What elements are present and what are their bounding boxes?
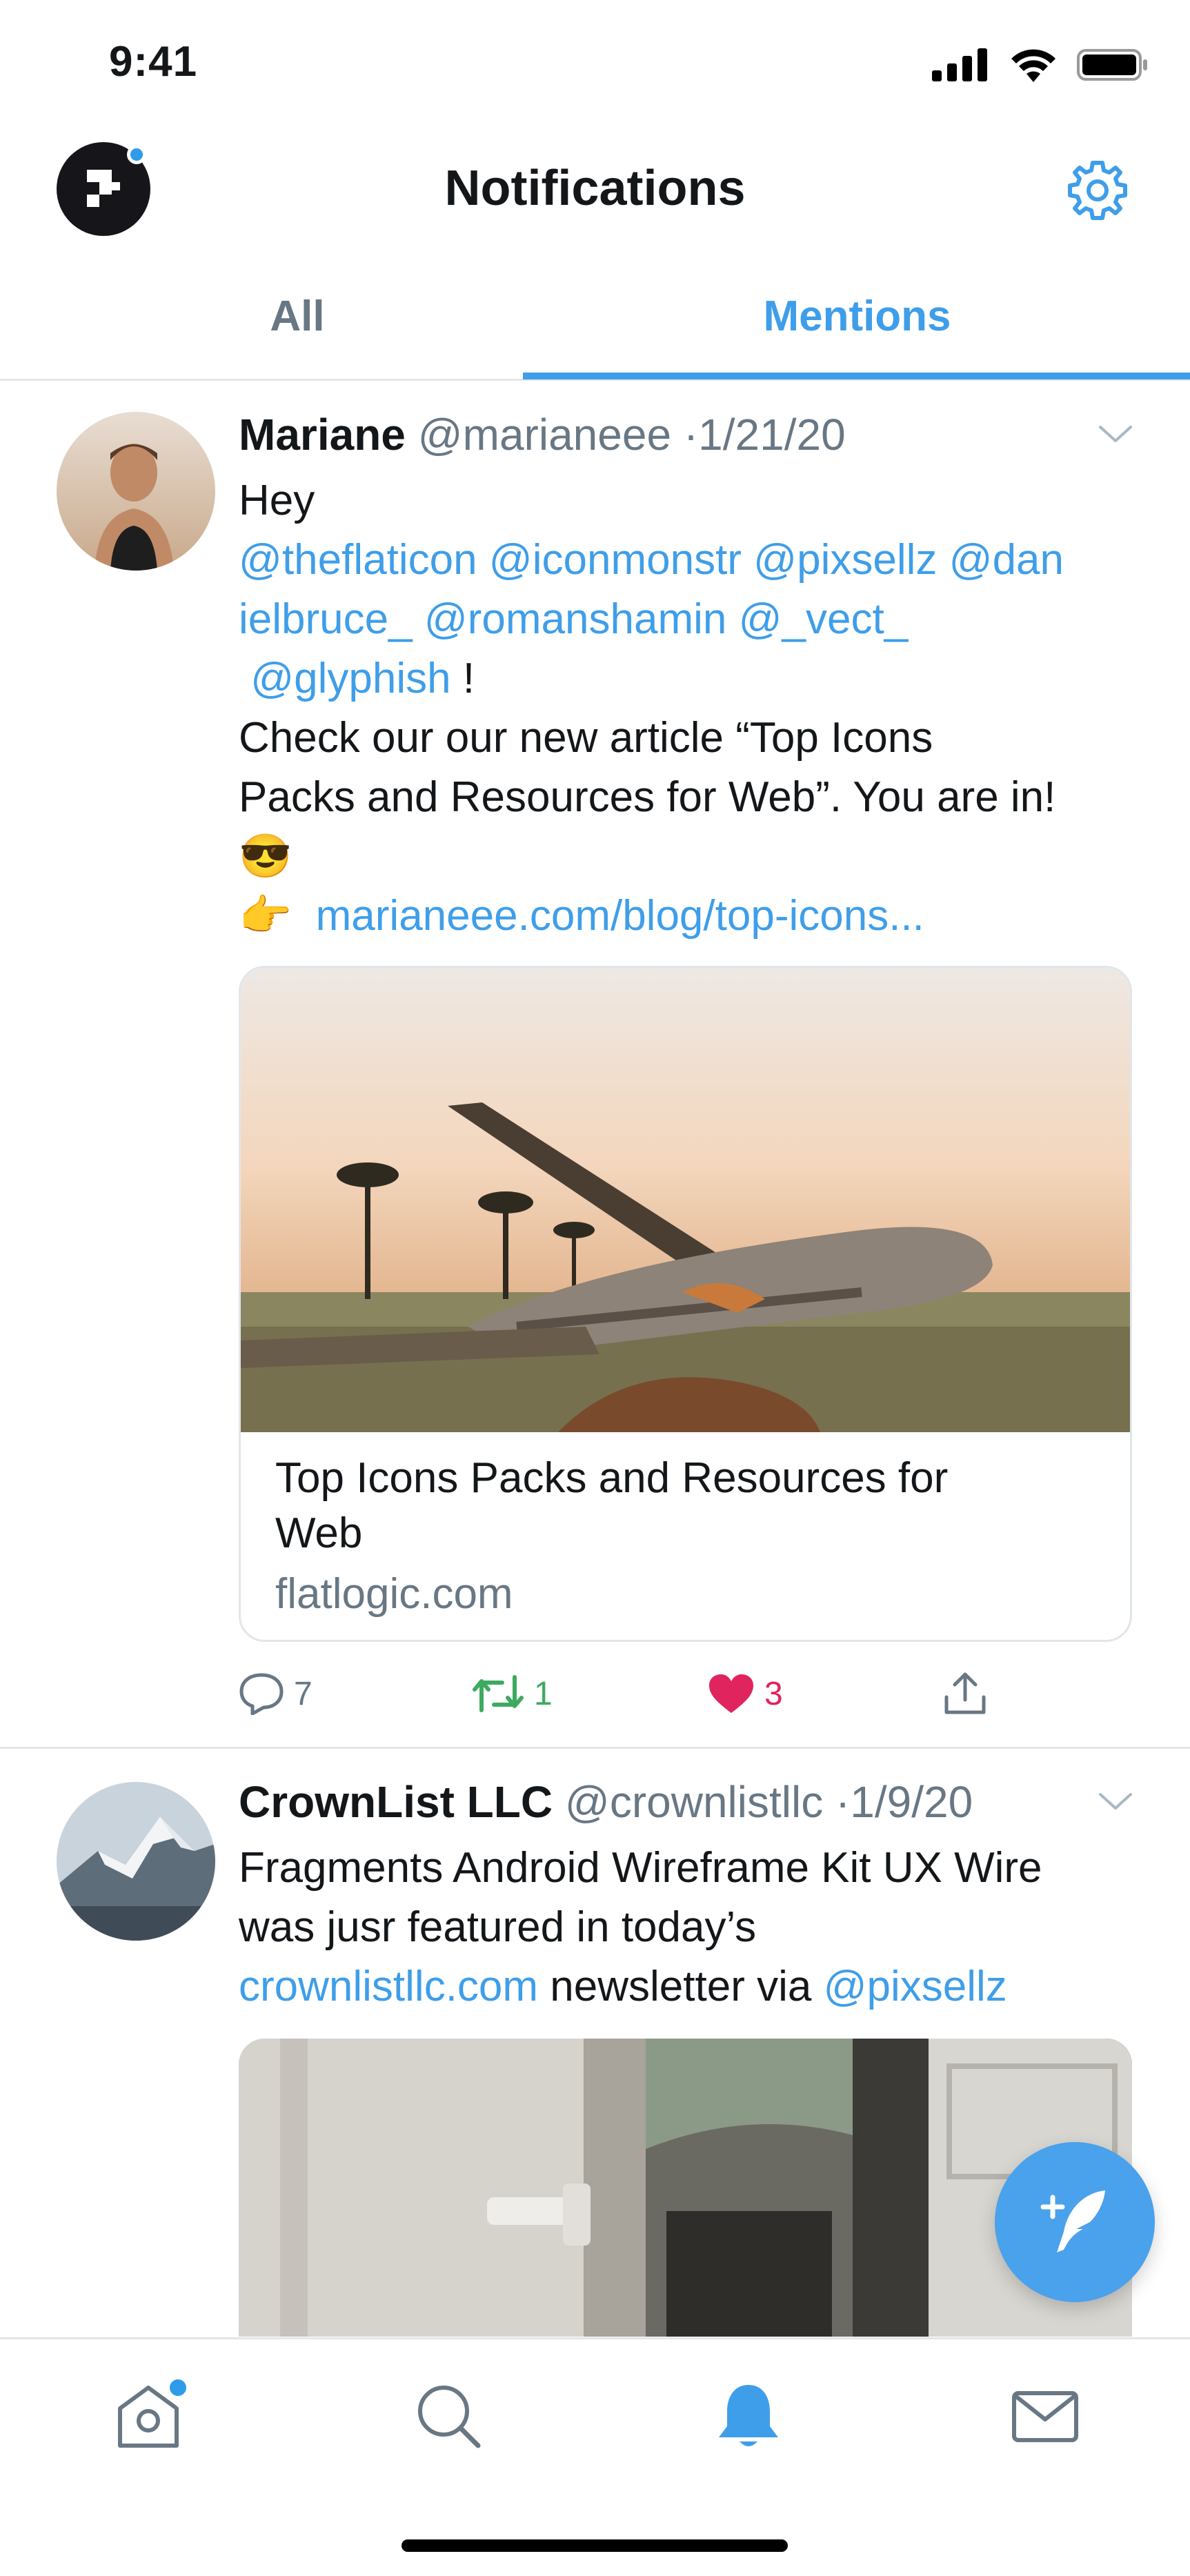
mail-icon [1012,2391,1078,2442]
home-notification-dot [170,2379,186,2396]
card-title: Top Icons Packs and Resources for Web [275,1451,1103,1561]
card-title-line: Top Icons Packs and Resources for [275,1454,949,1502]
avatar-photo [57,1782,215,1941]
wifi-icon [1011,49,1055,82]
mention-line: @glyphish ! [239,649,1136,709]
emoji-sunglasses: 😎 [239,833,292,880]
retweet-button[interactable]: 1 [472,1666,553,1721]
mention-link[interactable]: @glyphish [250,655,450,702]
tweet-link-line: 👉 marianeee.com/blog/top-icons... [239,886,1136,946]
tweet-media[interactable] [239,2039,1132,2337]
tweet-actions: 7 1 3 [239,1666,1136,1721]
battery-icon [1077,49,1147,81]
tweet-sentence: was jusr featured in today’s [239,1903,757,1951]
tweet-sentence: crownlistllc.com newsletter via @pixsell… [239,1957,1136,2017]
status-time: 9:41 [109,38,198,86]
home-indicator[interactable] [401,2539,788,2552]
author-handle[interactable]: @marianeee [418,410,671,459]
nav-search[interactable] [410,2378,486,2454]
tweet-greeting: Hey [239,477,315,524]
compose-tweet-button[interactable] [995,2142,1155,2302]
tweet-date: 1/9/20 [850,1777,973,1827]
tweet-text: Fragments Android Wireframe Kit UX Wire … [239,1839,1136,2017]
author-name[interactable]: Mariane [239,410,406,459]
like-button[interactable]: 3 [708,1666,783,1721]
bottom-navigation [0,2337,1190,2576]
card-title-line: Web [275,1509,363,1557]
nav-messages[interactable] [1007,2378,1083,2454]
retweet-count: 1 [534,1675,553,1712]
tweet-date: 1/21/20 [698,410,846,459]
emoji-point: 👉 [239,892,292,940]
chevron-down-icon[interactable] [1098,1792,1133,1812]
chevron-down-icon[interactable] [1098,424,1133,445]
tweet[interactable]: Mariane @marianeee ·1/21/20 Hey @theflat… [0,383,1190,1749]
card-image [241,968,1130,1432]
settings-button[interactable] [1063,156,1132,225]
tweet-sentence: Packs and Resources for Web”. You are in… [239,773,1056,821]
reply-count: 7 [294,1675,313,1712]
link-preview-card[interactable]: Top Icons Packs and Resources for Web fl… [239,966,1132,1642]
mention-link[interactable]: @pixsellz [824,1963,1007,2010]
tweet-text: Hey @theflaticon @iconmonstr @pixsellz @… [239,471,1136,946]
reply-button[interactable]: 7 [239,1666,313,1721]
nav-notifications[interactable] [711,2378,786,2454]
status-bar: 9:41 [0,0,1190,124]
bell-icon [719,2385,778,2446]
tweet-header: Mariane @marianeee ·1/21/20 [239,409,846,460]
article-link[interactable]: marianeee.com/blog/top-icons... [316,892,924,940]
compose-tweet-icon [1040,2190,1105,2252]
share-button[interactable] [942,1666,988,1721]
signal-icon [932,48,987,81]
avatar-photo [57,412,215,571]
heart-icon [709,1674,753,1713]
website-link[interactable]: crownlistllc.com [239,1963,538,2010]
mention-links[interactable]: ielbruce_ @romanshamin @_vect_ [239,590,1136,649]
author-name[interactable]: CrownList LLC [239,1777,553,1827]
retweet-icon [473,1675,524,1712]
mention-links[interactable]: @theflaticon @iconmonstr @pixsellz @dan [239,531,1136,590]
notification-tabs: All Mentions [0,255,1190,381]
page-title: Notifications [444,161,746,216]
tab-mentions[interactable]: Mentions [524,255,1190,381]
separator-dot: · [683,410,699,459]
search-icon [418,2386,481,2448]
header: Notifications [0,124,1190,255]
tweet-sentence: Check our our new article “Top Icons [239,714,933,762]
media-image [239,2039,1132,2337]
gear-icon [1068,161,1127,220]
tweet-text-fragment: newsletter via [538,1963,824,2010]
tweet-header: CrownList LLC @crownlistllc ·1/9/20 [239,1776,973,1827]
exclamation: ! [462,655,475,702]
card-domain: flatlogic.com [275,1570,513,1618]
author-handle[interactable]: @crownlistllc [565,1777,823,1827]
avatar[interactable] [57,1782,215,1941]
avatar[interactable] [57,412,215,571]
reply-icon [239,1673,284,1715]
like-count: 3 [764,1675,783,1712]
separator-dot: · [835,1777,851,1827]
tab-all[interactable]: All [0,255,595,381]
status-icons [932,46,1149,84]
share-icon [944,1672,986,1714]
nav-home[interactable] [110,2378,186,2454]
active-tab-indicator [523,373,1190,379]
tweet-sentence: Fragments Android Wireframe Kit UX Wire [239,1844,1042,1892]
